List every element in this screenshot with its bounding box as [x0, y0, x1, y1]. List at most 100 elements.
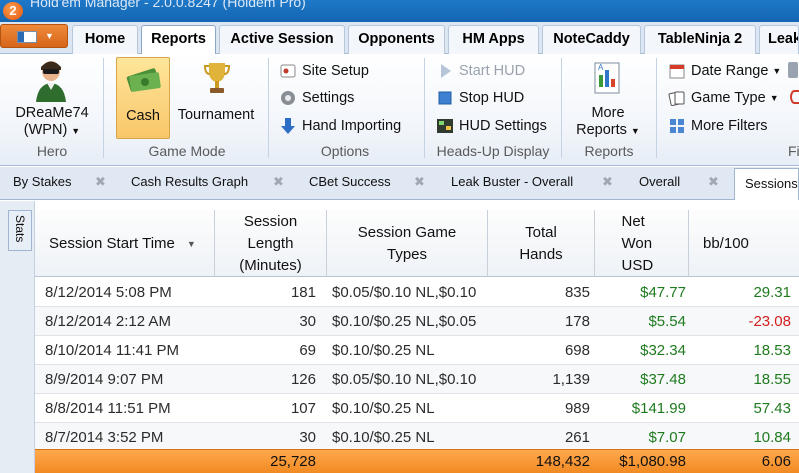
column-header-label: Session Length (Minutes): [239, 212, 302, 274]
stats-side-tab[interactable]: Stats: [8, 210, 32, 251]
column-header-session-game-types[interactable]: Session Game Types: [327, 210, 488, 277]
start-hud-button[interactable]: Start HUD: [436, 60, 525, 82]
report-tab-leak-buster-overall[interactable]: Leak Buster - Overall: [451, 167, 573, 199]
tab-active-session[interactable]: Active Session: [219, 25, 345, 54]
more-filters-button[interactable]: More Filters: [668, 115, 768, 137]
date-range-label: Date Range: [691, 63, 769, 79]
cell-total-hands: 1,139: [552, 371, 590, 388]
hero-site-dropdown[interactable]: (WPN) ▼: [10, 122, 94, 139]
close-icon[interactable]: ✖: [602, 167, 613, 199]
report-sheet-icon: A: [592, 61, 624, 97]
window-icon: [17, 31, 37, 43]
more-reports-button[interactable]: A More Reports ▼: [568, 57, 648, 139]
cell-session-length: 30: [299, 429, 316, 446]
table-row[interactable]: 8/12/2014 2:12 AM 30 $0.10/$0.25 NL,$0.05 1…: [35, 307, 799, 336]
ribbon-tab-bar: ▼ Home Reports Active Session Opponents …: [0, 22, 799, 55]
site-setup-icon: [279, 62, 297, 80]
pin-icon[interactable]: [788, 62, 798, 78]
report-tab-cbet-success[interactable]: CBet Success: [309, 167, 391, 199]
settings-button[interactable]: Settings: [279, 87, 354, 109]
report-tab-sessions[interactable]: Sessions: [734, 168, 799, 200]
game-type-dropdown[interactable]: Game Type ▼: [668, 87, 779, 109]
table-row[interactable]: 8/8/2014 11:51 PM 107 $0.10/$0.25 NL 989 $14…: [35, 394, 799, 423]
hero-name[interactable]: DReaMe74: [10, 105, 94, 121]
total-net-won: $1,080.98: [619, 453, 686, 470]
cell-session-length: 69: [299, 342, 316, 359]
hud-settings-button[interactable]: HUD Settings: [436, 115, 547, 137]
table-row[interactable]: 8/12/2014 5:08 PM 181 $0.05/$0.10 NL,$0.10…: [35, 278, 799, 307]
close-icon[interactable]: ✖: [273, 167, 284, 199]
group-label-hero: Hero: [36, 143, 68, 159]
cell-session-game-types: $0.10/$0.25 NL,$0.05: [332, 313, 477, 330]
cell-session-game-types: $0.10/$0.25 NL: [332, 429, 435, 446]
tab-opponents[interactable]: Opponents: [348, 25, 445, 54]
group-divider: [561, 58, 562, 158]
table-row[interactable]: 8/10/2014 11:41 PM 69 $0.10/$0.25 NL 698 $32…: [35, 336, 799, 365]
close-icon[interactable]: ✖: [95, 167, 106, 199]
cell-session-game-types: $0.05/$0.10 NL,$0.10: [332, 284, 477, 301]
svg-text:A: A: [598, 63, 604, 72]
hero-site-label: (WPN): [23, 122, 68, 138]
chevron-down-icon: ▼: [769, 93, 779, 103]
cell-session-start-time: 8/7/2014 3:52 PM: [45, 429, 164, 446]
sort-descending-icon: ▼: [186, 238, 196, 249]
cell-bb-100: 18.55: [753, 371, 791, 388]
calendar-icon: [668, 62, 686, 80]
table-row[interactable]: 8/7/2014 3:52 PM 30 $0.10/$0.25 NL 261 $7.07…: [35, 423, 799, 452]
column-header-net-won-usd[interactable]: Net Won USD: [595, 210, 689, 277]
close-icon[interactable]: ✖: [708, 167, 719, 199]
table-row[interactable]: 8/9/2014 9:07 PM 126 $0.05/$0.10 NL,$0.10 1…: [35, 365, 799, 394]
column-header-bb-100[interactable]: bb/100: [689, 210, 799, 277]
cell-net-won-usd: $7.07: [648, 429, 686, 446]
site-setup-label: Site Setup: [302, 63, 369, 79]
tab-leak[interactable]: Leak: [759, 25, 799, 54]
column-header-session-length[interactable]: Session Length (Minutes): [215, 210, 327, 277]
report-tab-overall[interactable]: Overall: [639, 167, 680, 199]
settings-label: Settings: [302, 90, 355, 106]
site-setup-button[interactable]: Site Setup: [279, 60, 369, 82]
stop-hud-button[interactable]: Stop HUD: [436, 87, 524, 109]
cash-mode-button[interactable]: Cash: [116, 57, 170, 139]
cell-bb-100: 18.53: [753, 342, 791, 359]
no-entry-icon[interactable]: [790, 90, 799, 104]
application-menu-button[interactable]: ▼: [0, 24, 68, 48]
tab-reports[interactable]: Reports: [141, 25, 216, 55]
import-arrow-icon: [279, 117, 297, 135]
report-tab-by-stakes[interactable]: By Stakes: [13, 167, 72, 199]
cell-session-start-time: 8/10/2014 11:41 PM: [45, 342, 179, 359]
tab-hm-apps[interactable]: HM Apps: [448, 25, 539, 54]
column-header-label: Net Won USD: [621, 212, 654, 274]
ribbon-panel: DReaMe74 (WPN)▼ Hero Cash Tournament Ga: [0, 54, 799, 166]
cell-bb-100: 29.31: [753, 284, 791, 301]
group-label-hud: Heads-Up Display: [436, 143, 550, 159]
start-hud-label: Start HUD: [459, 63, 526, 79]
hero-avatar-icon[interactable]: [34, 58, 68, 102]
tab-home[interactable]: Home: [72, 25, 138, 54]
column-header-label: bb/100: [703, 234, 749, 252]
cell-net-won-usd: $47.77: [640, 284, 686, 301]
column-header-session-start-time[interactable]: Session Start Time ▼: [35, 210, 215, 277]
group-divider: [103, 58, 104, 158]
cell-total-hands: 698: [564, 342, 590, 359]
chevron-down-icon: ▼: [772, 66, 782, 76]
more-filters-label: More Filters: [691, 118, 768, 134]
stop-hud-label: Stop HUD: [459, 90, 525, 106]
close-icon[interactable]: ✖: [414, 167, 425, 199]
column-header-total-hands[interactable]: Total Hands: [488, 210, 595, 277]
hand-importing-button[interactable]: Hand Importing: [279, 115, 401, 137]
filter-grid-icon: [668, 117, 686, 135]
stats-side-tab-label: Stats: [13, 215, 27, 243]
cell-session-length: 30: [299, 313, 316, 330]
cell-session-game-types: $0.10/$0.25 NL: [332, 342, 435, 359]
report-tab-cash-results-graph[interactable]: Cash Results Graph: [131, 167, 248, 199]
chevron-down-icon: ▼: [45, 31, 54, 41]
column-header-label: Total Hands: [519, 223, 563, 263]
cell-session-start-time: 8/12/2014 2:12 AM: [45, 313, 171, 330]
tab-notecaddy[interactable]: NoteCaddy: [542, 25, 641, 54]
sessions-grid: Stats Session Start Time ▼ Session Lengt…: [0, 201, 799, 473]
gear-icon: [279, 89, 297, 107]
tournament-button[interactable]: Tournament: [174, 57, 258, 139]
column-header-label: Session Game Types: [357, 223, 457, 263]
date-range-dropdown[interactable]: Date Range ▼: [668, 60, 781, 82]
tab-tableninja-2[interactable]: TableNinja 2: [644, 25, 756, 54]
